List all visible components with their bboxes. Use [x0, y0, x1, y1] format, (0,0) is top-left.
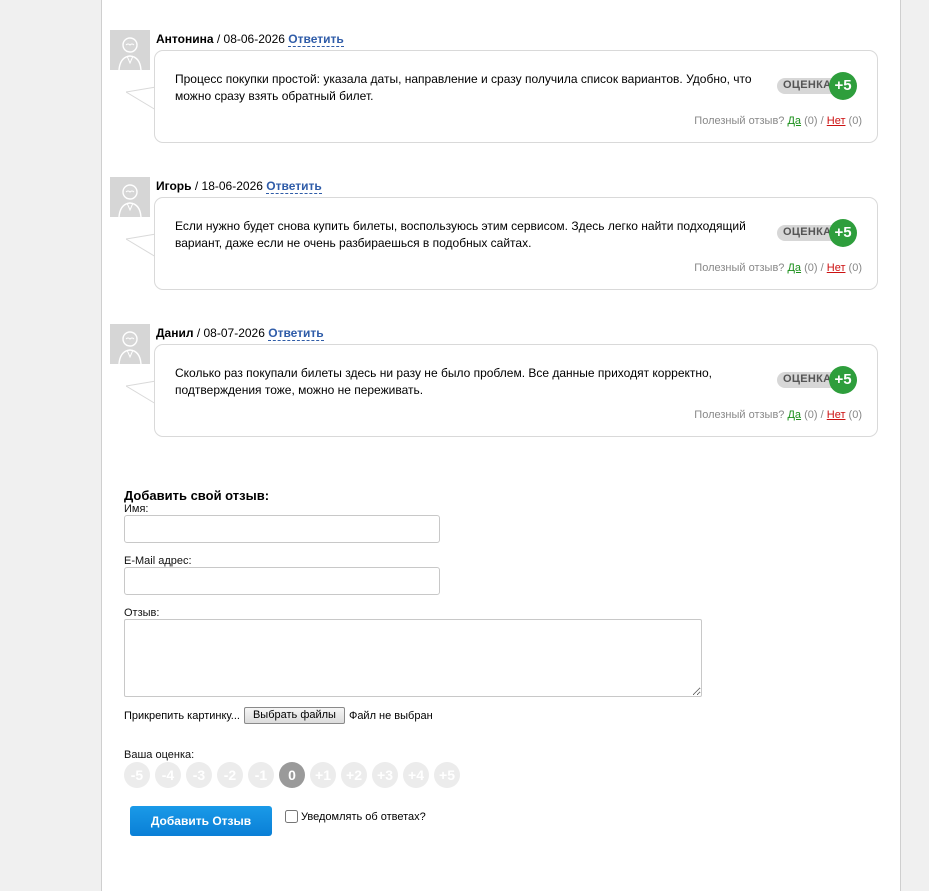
rating-label: ОЦЕНКА: [783, 226, 832, 238]
review-header: Игорь / 18-06-2026 Ответить: [156, 179, 322, 194]
attach-label: Прикрепить картинку...: [124, 709, 240, 722]
score-option[interactable]: +1: [310, 762, 336, 788]
score-option[interactable]: +2: [341, 762, 367, 788]
email-label: E-Mail адрес:: [124, 555, 192, 567]
vote-yes-count: (0): [804, 409, 818, 421]
vote-no-count: (0): [848, 262, 862, 274]
review-bubble: Сколько раз покупали билеты здесь ни раз…: [154, 344, 878, 437]
review-header: Данил / 08-07-2026 Ответить: [156, 326, 324, 341]
review-date: 18-06-2026: [201, 179, 263, 193]
vote-no-link[interactable]: Нет: [827, 262, 846, 274]
review-separator: /: [196, 326, 204, 340]
helpful-label: Полезный отзыв?: [694, 409, 785, 421]
score-option[interactable]: -1: [248, 762, 274, 788]
score-label: Ваша оценка:: [124, 749, 195, 761]
review-text: Сколько раз покупали билеты здесь ни раз…: [175, 366, 713, 397]
rating-label: ОЦЕНКА: [783, 79, 832, 91]
rating-value: +5: [829, 366, 857, 394]
vote-no-count: (0): [848, 409, 862, 421]
notify-label: Уведомлять об ответах?: [301, 810, 426, 823]
review-date: 08-06-2026: [223, 32, 285, 46]
user-icon: [118, 184, 142, 217]
rating-badge: ОЦЕНКА +5: [777, 218, 858, 247]
review-item: Данил / 08-07-2026 Ответить Сколько раз …: [110, 324, 880, 444]
review-item: Игорь / 18-06-2026 Ответить Если нужно б…: [110, 177, 880, 297]
rating-value: +5: [829, 219, 857, 247]
review-bubble: Если нужно будет снова купить билеты, во…: [154, 197, 878, 290]
helpful-vote: Полезный отзыв? Да (0) / Нет (0): [694, 409, 862, 421]
review-date: 08-07-2026: [203, 326, 265, 340]
reply-link[interactable]: Ответить: [268, 326, 324, 341]
name-label: Имя:: [124, 503, 149, 515]
vote-no-link[interactable]: Нет: [827, 409, 846, 421]
score-option-selected[interactable]: 0: [279, 762, 305, 788]
no-file-text: Файл не выбран: [348, 709, 433, 722]
score-option[interactable]: -2: [217, 762, 243, 788]
email-input[interactable]: [124, 567, 440, 595]
vote-yes-link[interactable]: Да: [787, 115, 801, 127]
vote-yes-count: (0): [804, 115, 818, 127]
submit-review-button[interactable]: Добавить Отзыв: [130, 806, 272, 836]
review-text: Процесс покупки простой: указала даты, н…: [175, 72, 752, 103]
rating-value: +5: [829, 72, 857, 100]
form-title: Добавить свой отзыв:: [124, 488, 270, 503]
score-option[interactable]: -4: [155, 762, 181, 788]
review-bubble: Процесс покупки простой: указала даты, н…: [154, 50, 878, 143]
review-author: Игорь: [156, 179, 192, 193]
name-input[interactable]: [124, 515, 440, 543]
helpful-vote: Полезный отзыв? Да (0) / Нет (0): [694, 115, 862, 127]
review-textarea[interactable]: [124, 619, 702, 697]
review-separator: /: [194, 179, 202, 193]
vote-yes-count: (0): [804, 262, 818, 274]
review-text: Если нужно будет снова купить билеты, во…: [175, 219, 746, 250]
score-option[interactable]: +3: [372, 762, 398, 788]
review-author: Антонина: [156, 32, 214, 46]
choose-files-button[interactable]: Выбрать файлы: [243, 707, 345, 724]
helpful-label: Полезный отзыв?: [694, 115, 785, 127]
review-author: Данил: [156, 326, 194, 340]
vote-yes-link[interactable]: Да: [787, 409, 801, 421]
helpful-vote: Полезный отзыв? Да (0) / Нет (0): [694, 262, 862, 274]
notify-checkbox[interactable]: [285, 810, 298, 823]
reply-link[interactable]: Ответить: [288, 32, 344, 47]
rating-badge: ОЦЕНКА +5: [777, 365, 858, 394]
review-item: Антонина / 08-06-2026 Ответить Процесс п…: [110, 30, 880, 150]
page-content: Антонина / 08-06-2026 Ответить Процесс п…: [101, 0, 901, 891]
attach-row: Прикрепить картинку... Выбрать файлы Фай…: [124, 707, 433, 724]
score-option[interactable]: +4: [403, 762, 429, 788]
rating-label: ОЦЕНКА: [783, 373, 832, 385]
review-header: Антонина / 08-06-2026 Ответить: [156, 32, 344, 47]
score-option[interactable]: -5: [124, 762, 150, 788]
vote-no-count: (0): [848, 115, 862, 127]
vote-no-link[interactable]: Нет: [827, 115, 846, 127]
avatar: [110, 324, 150, 364]
score-option[interactable]: -3: [186, 762, 212, 788]
helpful-label: Полезный отзыв?: [694, 262, 785, 274]
notify-option[interactable]: Уведомлять об ответах?: [285, 810, 426, 823]
review-label: Отзыв:: [124, 607, 160, 619]
rating-badge: ОЦЕНКА +5: [777, 71, 858, 100]
reply-link[interactable]: Ответить: [266, 179, 322, 194]
user-icon: [118, 331, 142, 364]
avatar: [110, 30, 150, 70]
review-separator: /: [216, 32, 224, 46]
user-icon: [118, 37, 142, 70]
score-option[interactable]: +5: [434, 762, 460, 788]
avatar: [110, 177, 150, 217]
vote-yes-link[interactable]: Да: [787, 262, 801, 274]
